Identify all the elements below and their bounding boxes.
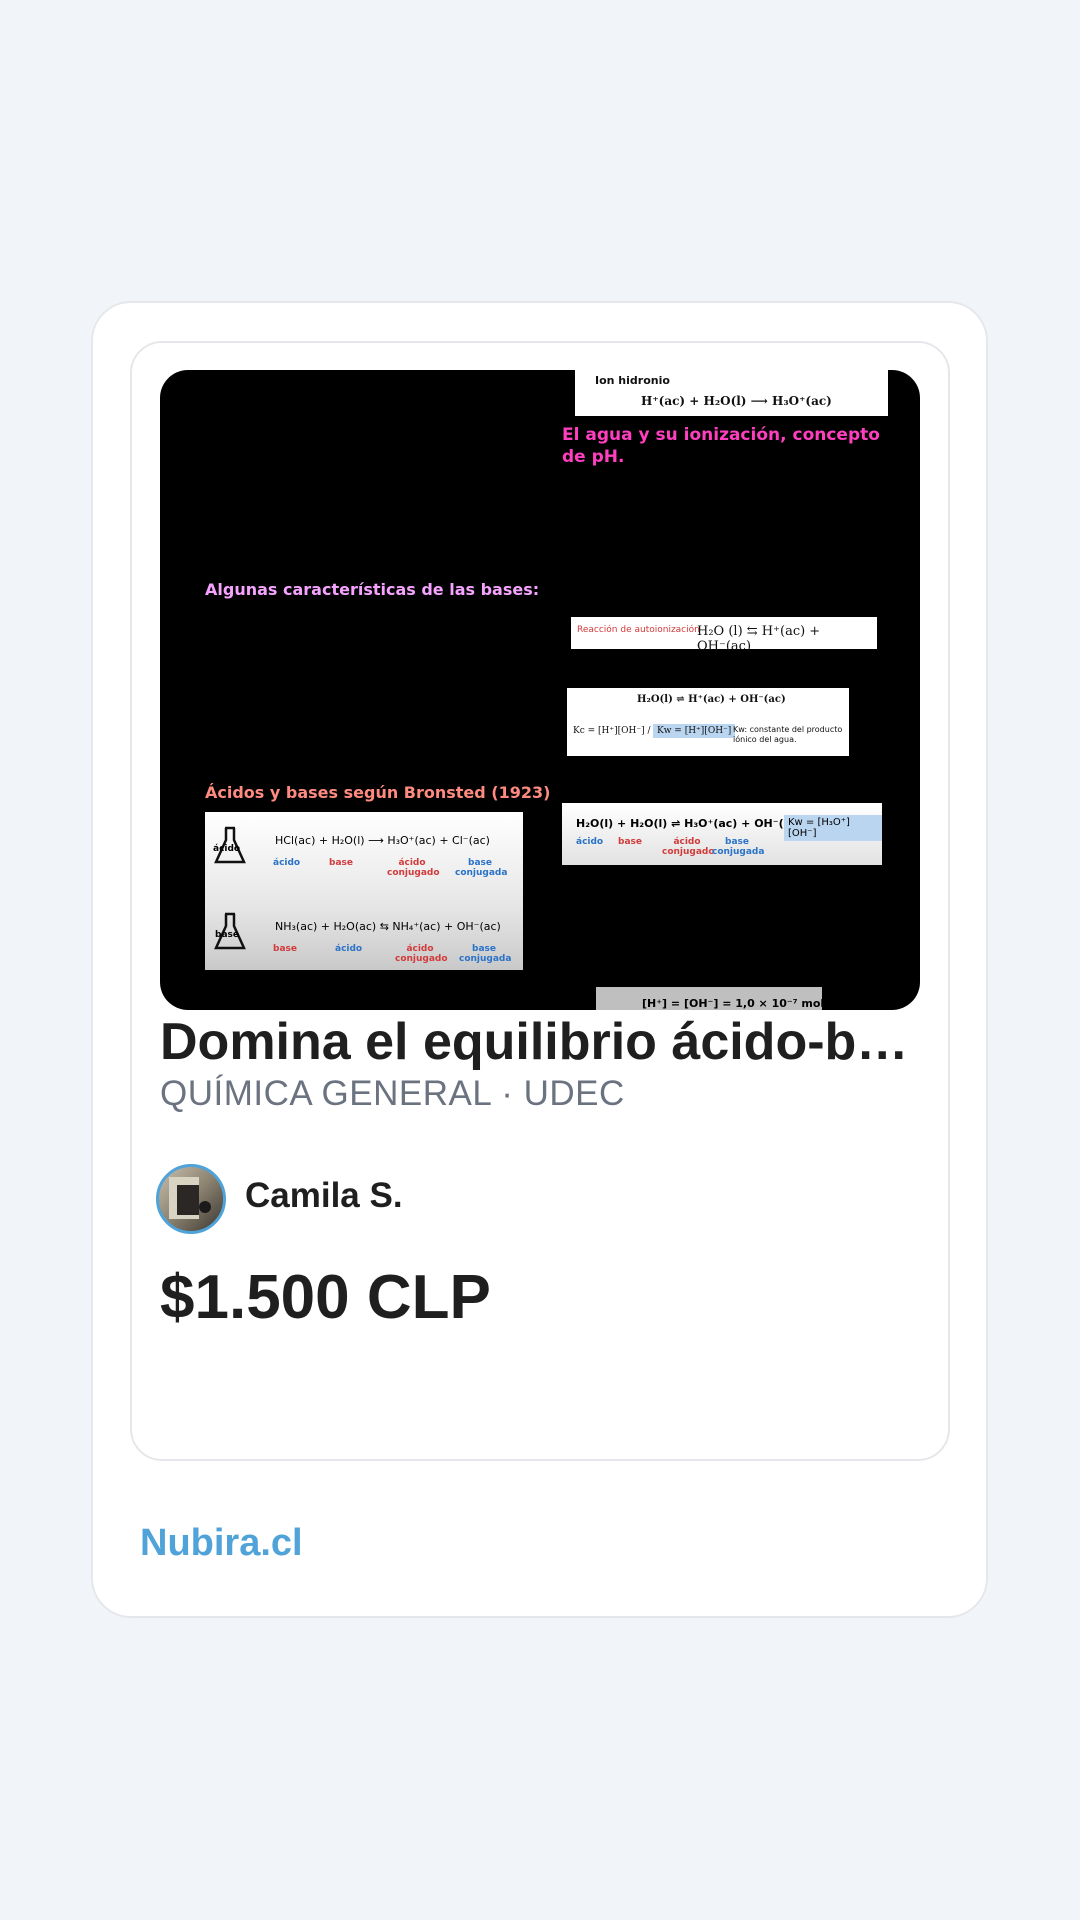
slide-heading-bronsted: Ácidos y bases según Bronsted (1923)	[205, 783, 551, 802]
brand-link[interactable]: Nubira.cl	[140, 1522, 303, 1565]
slide-label-acid: ácido	[273, 858, 301, 868]
slide-equation: H⁺(ac) + H₂O(l) ⟶ H₃O⁺(ac)	[641, 394, 832, 408]
slide-box-concentration: [H⁺] = [OH⁻] = 1,0 × 10⁻⁷ mol/L	[596, 987, 835, 1010]
slide-label-conj-base: base conjugada	[459, 944, 512, 964]
slide-formula-kw: Kw = [H₃O⁺][OH⁻]	[784, 815, 882, 841]
slide-box-bronsted: ácido HCl(ac) + H₂O(l) ⟶ H₃O⁺(ac) + Cl⁻(…	[205, 812, 523, 970]
listing-thumbnail[interactable]: Ion hidronio H⁺(ac) + H₂O(l) ⟶ H₃O⁺(ac) …	[160, 370, 920, 1010]
slide-equation-base: NH₃(ac) + H₂O(ac) ⇆ NH₄⁺(ac) + OH⁻(ac)	[275, 920, 501, 933]
slide-label: Reacción de autoionización	[577, 625, 700, 635]
slide-equation: H₂O (l) ⇆ H⁺(ac) + OH⁻(ac)	[697, 624, 821, 654]
slide-label-base: base	[329, 858, 353, 868]
slide-heading-water: El agua y su ionización, concepto de pH.	[562, 425, 880, 467]
flask-label: base	[215, 930, 239, 940]
slide-box-heading: Ion hidronio	[595, 374, 670, 387]
slide-label-conj-acid: ácido conjugado	[387, 858, 440, 878]
slide-description: Kw: constante del producto iónico del ag…	[733, 725, 843, 744]
slide-box-hydronium: Ion hidronio H⁺(ac) + H₂O(l) ⟶ H₃O⁺(ac)	[575, 370, 888, 416]
slide-equation-acid: HCl(ac) + H₂O(l) ⟶ H₃O⁺(ac) + Cl⁻(ac)	[275, 834, 490, 847]
slide-label-acid: ácido	[335, 944, 363, 954]
slide-equation: H₂O(l) ⇌ H⁺(ac) + OH⁻(ac)	[637, 694, 786, 705]
slide-label-base: base	[273, 944, 297, 954]
slide-equation: [H⁺] = [OH⁻] = 1,0 × 10⁻⁷ mol/L	[642, 997, 836, 1010]
slide-box-water: H₂O(l) + H₂O(l) ⇌ H₃O⁺(ac) + OH⁻(ac) Kw …	[562, 803, 882, 865]
flask-label: ácido	[213, 844, 241, 854]
slide-box-kw: H₂O(l) ⇌ H⁺(ac) + OH⁻(ac) Kc = [H⁺][OH⁻]…	[567, 688, 849, 756]
listing-price: $1.500 CLP	[160, 1263, 491, 1332]
slide-label-conj-acid: ácido conjugado	[662, 837, 715, 857]
slide-label-conj-acid: ácido conjugado	[395, 944, 448, 964]
seller-name[interactable]: Camila S.	[245, 1176, 403, 1216]
slide-equation-water: H₂O(l) + H₂O(l) ⇌ H₃O⁺(ac) + OH⁻(ac)	[576, 817, 803, 830]
slide-label-conj-base: base conjugada	[712, 837, 765, 857]
slide-label-base: base	[618, 837, 642, 847]
slide-label-acid: ácido	[576, 837, 604, 847]
slide-heading-bases: Algunas características de las bases:	[205, 580, 540, 599]
listing-title[interactable]: Domina el equilibrio ácido-ba...	[160, 1010, 920, 1074]
seller-avatar[interactable]	[156, 1164, 226, 1234]
listing-course: QUÍMICA GENERAL · UDEC	[160, 1074, 625, 1113]
slide-label-conj-base: base conjugada	[455, 858, 508, 878]
slide-box-autoionization: Reacción de autoionización H₂O (l) ⇆ H⁺(…	[571, 617, 877, 654]
slide-formula-kw: Kw = [H⁺][OH⁻]	[653, 724, 736, 738]
